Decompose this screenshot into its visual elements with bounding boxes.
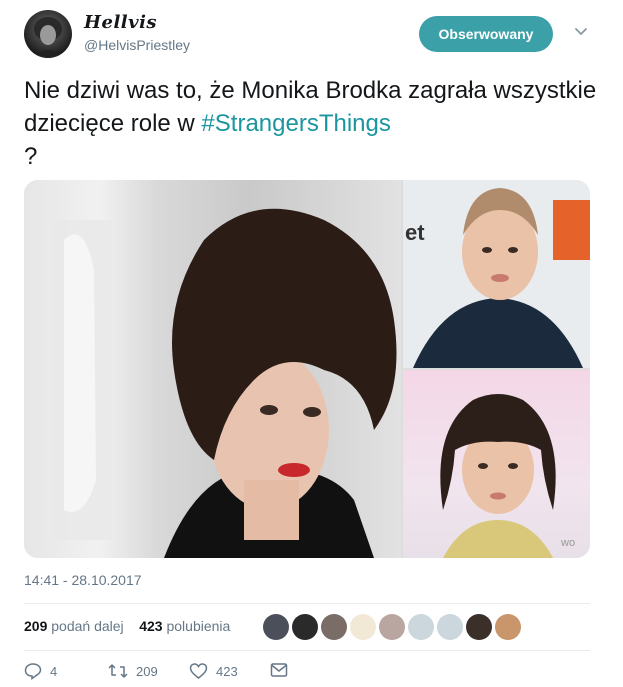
retweets-count[interactable]: 209 [24,618,47,634]
tweet-text-end: ? [24,143,38,170]
author-avatar[interactable] [24,10,72,58]
tweet-header: Hellvis @HelvisPriestley Obserwowany [0,0,623,70]
likes-count[interactable]: 423 [139,618,162,634]
logo-text: et [405,220,425,245]
tweet-media-grid: et wo [24,180,590,558]
liker-avatar[interactable] [292,614,318,640]
liker-avatar[interactable] [495,614,521,640]
liker-avatar[interactable] [350,614,376,640]
liker-avatar[interactable] [379,614,405,640]
reply-button[interactable]: 4 [24,662,57,680]
reply-count: 4 [50,663,58,679]
photo-top-right[interactable]: et [403,180,590,368]
tweet-stats: 209 podań dalej 423 polubienia [24,618,230,634]
divider [24,650,590,651]
likes-label[interactable]: polubienia [166,618,230,634]
retweet-count: 209 [136,663,158,679]
heart-icon [189,663,208,679]
like-count: 423 [216,663,238,679]
tweet-text: Nie dziwi was to, że Monika Brodka zagra… [24,74,604,173]
liker-avatar[interactable] [408,614,434,640]
liker-avatar[interactable] [263,614,289,640]
photo-bottom-right[interactable]: wo [403,370,590,558]
author-handle[interactable]: @HelvisPriestley [84,37,190,53]
divider [24,603,590,604]
tweet-actions: 4 209 423 [24,662,324,684]
retweets-label[interactable]: podań dalej [51,618,123,634]
reply-icon [24,663,42,680]
hashtag-link[interactable]: #StrangersThings [201,110,390,137]
following-button[interactable]: Obserwowany [419,16,553,52]
like-button[interactable]: 423 [189,662,238,680]
chevron-down-icon[interactable] [574,25,588,39]
liker-avatar[interactable] [437,614,463,640]
liker-avatar[interactable] [466,614,492,640]
direct-message-button[interactable] [270,662,296,678]
photo-main[interactable] [24,180,401,558]
tweet-timestamp[interactable]: 14:41 - 28.10.2017 [24,572,142,588]
watermark-text: wo [560,537,575,549]
retweet-icon [108,664,128,678]
retweet-button[interactable]: 209 [108,662,158,680]
author-display-name[interactable]: Hellvis [84,12,157,33]
liker-avatar[interactable] [321,614,347,640]
message-icon [270,663,288,677]
